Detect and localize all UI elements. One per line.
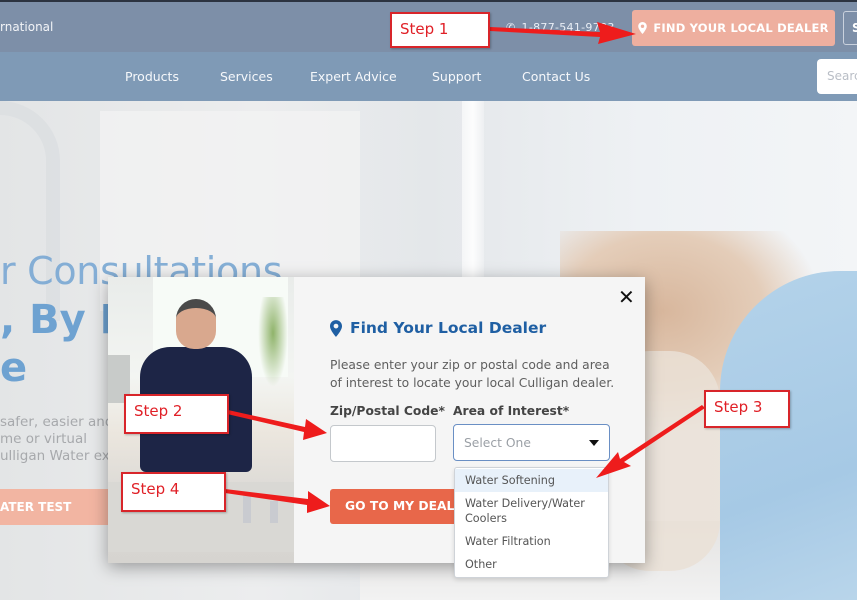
close-icon[interactable]: ✕ bbox=[618, 285, 635, 309]
photo-faucet bbox=[270, 501, 278, 523]
hero-water-test-button[interactable]: ATER TEST bbox=[0, 489, 118, 525]
phone-link[interactable]: ✆ 1-877-541-9783 bbox=[506, 21, 615, 34]
phone-icon: ✆ bbox=[506, 21, 516, 34]
nav-item-products[interactable]: Products bbox=[125, 69, 179, 84]
caret-down-icon bbox=[589, 440, 599, 446]
dropdown-option-water-delivery[interactable]: Water Delivery/Water Coolers bbox=[455, 492, 608, 530]
nav-item-contact-us[interactable]: Contact Us bbox=[522, 69, 590, 84]
step-3-callout: Step 3 bbox=[704, 390, 790, 428]
step-1-callout: Step 1 bbox=[390, 12, 490, 48]
dropdown-option-water-filtration[interactable]: Water Filtration bbox=[455, 530, 608, 553]
zip-label: Zip/Postal Code* bbox=[330, 404, 445, 418]
step-2-callout: Step 2 bbox=[124, 394, 229, 434]
dropdown-option-other[interactable]: Other bbox=[455, 553, 608, 576]
modal-title-text: Find Your Local Dealer bbox=[350, 319, 547, 337]
nav-item-support[interactable]: Support bbox=[432, 69, 481, 84]
search-input[interactable]: Search bbox=[817, 59, 857, 94]
top-extra-button[interactable]: S bbox=[843, 11, 857, 45]
photo-man-head bbox=[176, 299, 216, 349]
modal-title: Find Your Local Dealer bbox=[330, 319, 546, 337]
step-4-callout: Step 4 bbox=[121, 472, 226, 512]
nav-item-expert-advice[interactable]: Expert Advice bbox=[310, 69, 397, 84]
modal-description: Please enter your zip or postal code and… bbox=[330, 358, 615, 390]
dropdown-option-water-softening[interactable]: Water Softening bbox=[455, 469, 608, 492]
zip-postal-code-input[interactable] bbox=[330, 425, 436, 462]
find-local-dealer-button[interactable]: FIND YOUR LOCAL DEALER bbox=[632, 10, 835, 46]
area-of-interest-select[interactable]: Select One bbox=[453, 424, 610, 461]
hero-title-line-3: e bbox=[0, 345, 28, 391]
brand-international-link[interactable]: rnational bbox=[0, 20, 53, 34]
photo-faucet bbox=[243, 495, 251, 523]
area-of-interest-label: Area of Interest* bbox=[453, 404, 570, 418]
nav-item-services[interactable]: Services bbox=[220, 69, 273, 84]
hero-water-stream bbox=[462, 101, 484, 301]
area-of-interest-dropdown: Water Softening Water Delivery/Water Coo… bbox=[454, 467, 609, 578]
main-navigation: Products Services Expert Advice Support … bbox=[0, 52, 857, 101]
area-select-value: Select One bbox=[464, 436, 531, 450]
photo-plant bbox=[258, 297, 288, 387]
map-marker-icon bbox=[638, 22, 648, 34]
find-local-dealer-label: FIND YOUR LOCAL DEALER bbox=[653, 21, 829, 35]
phone-number: 1-877-541-9783 bbox=[521, 21, 615, 34]
map-marker-icon bbox=[330, 319, 342, 337]
